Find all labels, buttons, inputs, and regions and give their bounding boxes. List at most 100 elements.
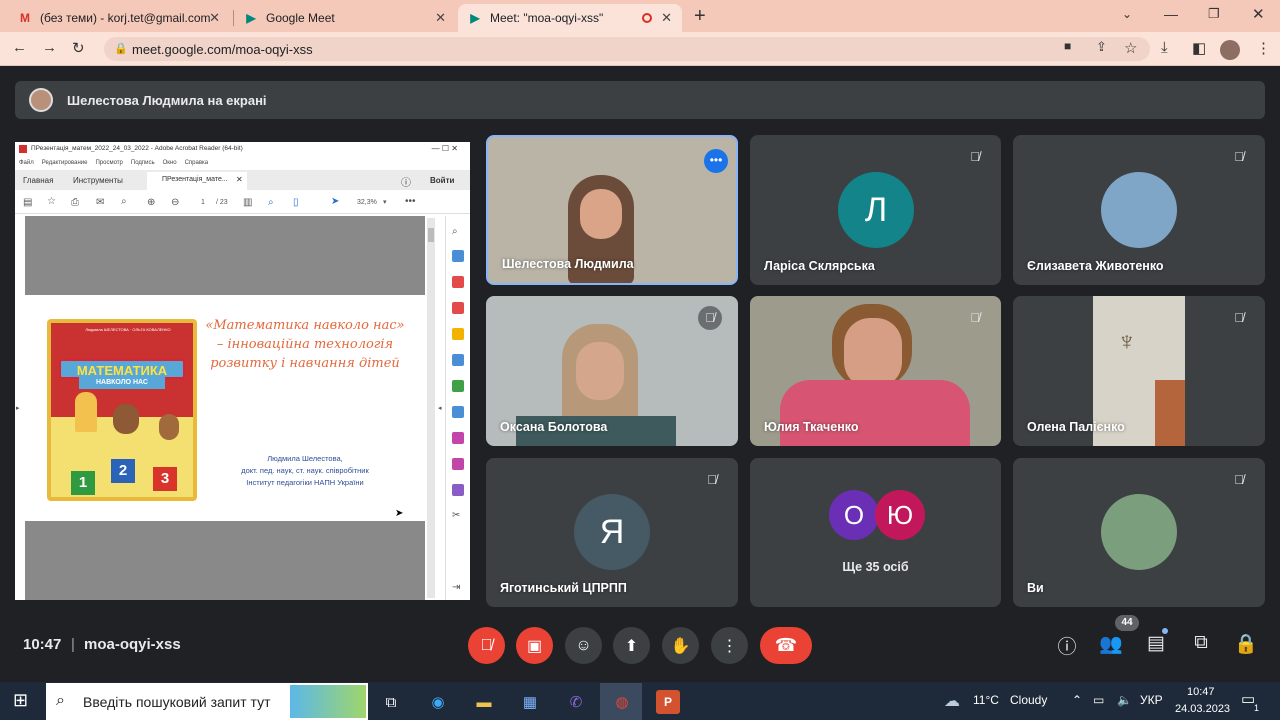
- help-icon[interactable]: ⓘ: [401, 174, 411, 189]
- fit-page-icon[interactable]: ▥: [243, 197, 252, 208]
- tray-chevron-icon[interactable]: ⌃: [1072, 693, 1082, 707]
- emoji-button[interactable]: ☺: [565, 627, 602, 664]
- tab-google-meet[interactable]: ▶ Google Meet ✕: [234, 4, 456, 32]
- more-horiz-icon[interactable]: •••: [405, 196, 416, 207]
- tile-participant[interactable]: 🎙̸ Юлия Ткаченко: [750, 296, 1001, 446]
- clock-time[interactable]: 10:47: [1187, 686, 1215, 698]
- menu-item[interactable]: Окно: [163, 160, 177, 166]
- tile-participant[interactable]: ♆ 🎙̸ Олена Палієнко: [1013, 296, 1265, 446]
- menu-item[interactable]: Просмотр: [95, 160, 122, 166]
- activities-icon[interactable]: ⧉: [1188, 632, 1214, 654]
- camera-toggle-button[interactable]: ▣: [516, 627, 553, 664]
- meeting-code[interactable]: moa-oqyi-xss: [84, 636, 181, 653]
- more-horiz-icon[interactable]: •••: [704, 149, 728, 173]
- camera-icon[interactable]: ■: [1064, 39, 1071, 53]
- page-icon[interactable]: ▯: [293, 197, 299, 208]
- close-icon[interactable]: ✕: [661, 10, 672, 26]
- create-pdf-icon[interactable]: [452, 276, 464, 288]
- tile-participant[interactable]: 🎙̸ Л Ларіса Склярська: [750, 135, 1001, 285]
- print-icon[interactable]: ⎙: [71, 197, 79, 208]
- compress-icon[interactable]: [452, 406, 464, 418]
- clock-date[interactable]: 24.03.2023: [1175, 703, 1230, 715]
- close-icon[interactable]: ✕: [435, 10, 446, 26]
- taskbar-search[interactable]: ⌕ Введіть пошуковий запит тут: [46, 683, 368, 720]
- tile-participant[interactable]: 🎙̸ Оксана Болотова: [486, 296, 738, 446]
- collapse-panel-icon[interactable]: ⇥: [452, 582, 464, 594]
- tab-meet-active[interactable]: ▶ Meet: "moa-oqyi-xss" ✕: [458, 4, 682, 32]
- new-tab-icon[interactable]: +: [694, 5, 706, 28]
- star-icon[interactable]: ☆: [1124, 39, 1137, 57]
- comment-icon[interactable]: [452, 328, 464, 340]
- protect-icon[interactable]: [452, 484, 464, 496]
- tab-tools[interactable]: Инструменты: [73, 176, 123, 185]
- cloud-icon[interactable]: ☁: [944, 691, 960, 711]
- share-icon[interactable]: ⇪: [1096, 39, 1107, 55]
- chat-icon[interactable]: ▤: [1143, 632, 1169, 655]
- tile-participant[interactable]: 🎙̸ Я Яготинський ЦПРПП: [486, 458, 738, 607]
- sidepanel-icon[interactable]: ◧: [1192, 39, 1206, 57]
- tile-others[interactable]: О Ю Ще 35 осіб: [750, 458, 1001, 607]
- expand-icon[interactable]: ▸: [16, 404, 20, 412]
- chevron-down-icon[interactable]: ▾: [383, 198, 387, 206]
- minimize-icon[interactable]: —: [1164, 6, 1178, 22]
- more-vert-icon[interactable]: ⋮: [1256, 39, 1271, 57]
- zoom-tool-icon[interactable]: ⌕: [268, 197, 274, 208]
- page-number[interactable]: 1: [201, 199, 205, 206]
- volume-icon[interactable]: 🔈: [1117, 693, 1132, 707]
- tools-icon[interactable]: ✂: [452, 510, 464, 522]
- chrome-icon[interactable]: ◍: [610, 690, 634, 714]
- reload-icon[interactable]: ↻: [72, 39, 85, 57]
- restore-icon[interactable]: ❐: [1208, 6, 1220, 22]
- organize-icon[interactable]: [452, 380, 464, 392]
- tile-participant[interactable]: 🎙̸ Єлизавета Животенко: [1013, 135, 1265, 285]
- export-pdf-icon[interactable]: [452, 250, 464, 262]
- present-button[interactable]: ⬆: [613, 627, 650, 664]
- weather-text[interactable]: Cloudy: [1010, 693, 1047, 707]
- store-icon[interactable]: ▦: [518, 690, 542, 714]
- signin-button[interactable]: Войти: [430, 176, 454, 185]
- address-bar[interactable]: 🔒 meet.google.com/moa-oqyi-xss: [104, 37, 1150, 61]
- zoom-icon[interactable]: ⌕: [452, 226, 464, 238]
- tab-gmail[interactable]: M (без теми) - korj.tet@gmail.com ✕: [8, 4, 230, 32]
- page-up-icon[interactable]: ⊕: [147, 197, 155, 208]
- combine-icon[interactable]: [452, 354, 464, 366]
- viber-icon[interactable]: ✆: [564, 690, 588, 714]
- tile-self[interactable]: 🎙̸ Ви: [1013, 458, 1265, 607]
- search-icon[interactable]: ⌕: [121, 196, 127, 207]
- save-icon[interactable]: ▤: [23, 197, 32, 208]
- tile-presenter[interactable]: ••• Шелестова Людмила: [486, 135, 738, 285]
- mic-toggle-button[interactable]: 🎙̸: [468, 627, 505, 664]
- tab-document[interactable]: ПРезентація_мате...: [147, 172, 247, 190]
- info-icon[interactable]: ⓘ: [1054, 632, 1080, 659]
- download-icon[interactable]: ⤓: [1161, 39, 1168, 56]
- star-icon[interactable]: ☆: [47, 196, 56, 207]
- request-sign-icon[interactable]: [452, 458, 464, 470]
- menu-item[interactable]: Редактирование: [42, 160, 88, 166]
- file-explorer-icon[interactable]: ▬: [472, 690, 496, 714]
- windows-start-icon[interactable]: ⊞: [13, 690, 28, 711]
- presentation-screen[interactable]: ПРезентація_матем_2022_24_03_2022 - Adob…: [15, 142, 470, 600]
- scrollbar[interactable]: [427, 218, 435, 598]
- zoom-level[interactable]: 32,3%: [357, 199, 377, 206]
- people-icon[interactable]: 👥: [1098, 632, 1124, 656]
- collapse-icon[interactable]: ◂: [438, 404, 442, 412]
- more-options-button[interactable]: ⋮: [711, 627, 748, 664]
- powerpoint-icon[interactable]: P: [656, 690, 680, 714]
- close-icon[interactable]: ✕: [209, 10, 220, 26]
- weather-temp[interactable]: 11°C: [973, 693, 999, 707]
- task-view-icon[interactable]: ⧉: [379, 690, 403, 714]
- leave-call-button[interactable]: ☎: [760, 627, 812, 664]
- chevron-down-icon[interactable]: ⌄: [1122, 7, 1132, 21]
- edit-pdf-icon[interactable]: [452, 302, 464, 314]
- raise-hand-button[interactable]: ✋: [662, 627, 699, 664]
- profile-avatar[interactable]: [1220, 40, 1240, 60]
- menu-item[interactable]: Справка: [185, 160, 209, 166]
- window-close-icon[interactable]: ✕: [1252, 5, 1265, 23]
- forward-icon[interactable]: →: [42, 39, 57, 56]
- language-indicator[interactable]: УКР: [1140, 693, 1163, 707]
- tab-home[interactable]: Главная: [23, 176, 53, 185]
- scroll-thumb[interactable]: [428, 228, 434, 242]
- back-icon[interactable]: ←: [12, 39, 27, 56]
- menu-item[interactable]: Подпись: [131, 160, 155, 166]
- fill-sign-icon[interactable]: [452, 432, 464, 444]
